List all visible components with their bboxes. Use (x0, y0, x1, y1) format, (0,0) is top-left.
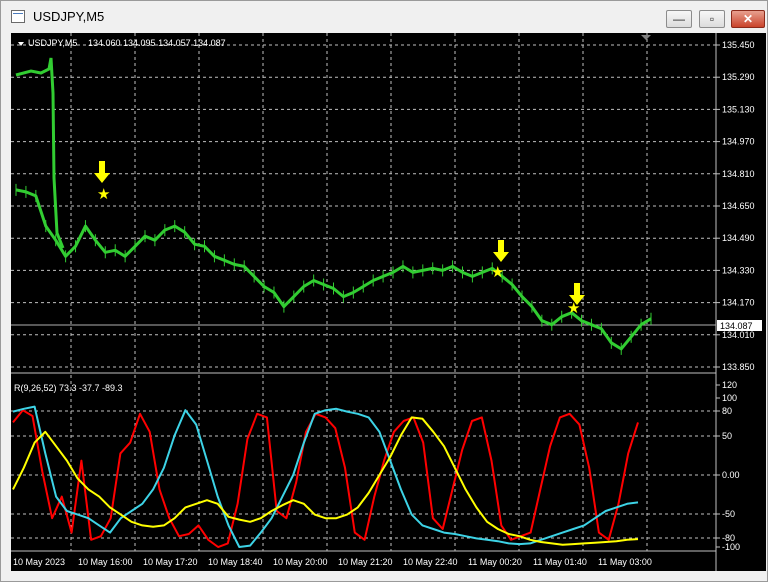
price-tick-label: 134.490 (722, 233, 755, 243)
minimize-button[interactable]: — (666, 10, 692, 28)
price-chart[interactable]: USDJPY,M5 134.060 134.095 134.057 134.08… (11, 33, 766, 571)
indicator-tick-label: 0.00 (722, 470, 740, 480)
time-label: 10 May 16:00 (78, 557, 133, 567)
minimize-icon: — (673, 12, 685, 26)
ohlc-values: 134.060 134.095 134.057 134.087 (88, 38, 226, 48)
chart-window: USDJPY,M5 — ▫ ✕ USDJPY,M5 134.060 134.09… (0, 0, 768, 582)
price-tick-label: 134.650 (722, 201, 755, 211)
close-button[interactable]: ✕ (731, 10, 765, 28)
price-tick-label: 135.130 (722, 104, 755, 114)
time-label: 10 May 22:40 (403, 557, 458, 567)
indicator-tick-label: 120 (722, 380, 737, 390)
time-label: 11 May 01:40 (533, 557, 587, 567)
star-icon: ★ (491, 264, 504, 281)
maximize-button[interactable]: ▫ (699, 10, 725, 28)
indicator-line-red (12, 409, 639, 548)
price-tick-label: 134.170 (722, 298, 755, 308)
current-price-label: 134.087 (720, 321, 753, 331)
price-tick-label: 134.810 (722, 169, 755, 179)
price-tick-label: 134.970 (722, 137, 755, 147)
star-icon: ★ (97, 186, 110, 203)
indicator-tick-label: -100 (722, 542, 740, 552)
indicator-label: R(9,26,52) 73.3 -37.7 -89.3 (14, 383, 123, 393)
time-label: 10 May 2023 (13, 557, 65, 567)
time-label: 11 May 00:20 (468, 557, 522, 567)
close-icon: ✕ (742, 12, 754, 26)
time-axis[interactable]: 10 May 2023 10 May 16:00 10 May 17:20 10 Ma… (13, 557, 652, 567)
down-arrow-icon (493, 240, 509, 262)
time-label: 10 May 17:20 (143, 557, 198, 567)
time-label: 10 May 20:00 (273, 557, 328, 567)
price-series (15, 57, 652, 355)
maximize-icon: ▫ (709, 12, 715, 26)
time-label: 10 May 18:40 (208, 557, 263, 567)
time-label: 10 May 21:20 (338, 557, 393, 567)
price-tick-label: 135.450 (722, 40, 755, 50)
down-arrow-icon (94, 161, 110, 183)
price-tick-label: 133.850 (722, 362, 755, 372)
indicator-tick-label: 100 (722, 393, 737, 403)
indicator-tick-label: 80 (722, 406, 732, 416)
symbol-label: USDJPY,M5 (28, 38, 77, 48)
chart-window-icon (11, 10, 25, 23)
price-tick-label: 135.290 (722, 72, 755, 82)
indicator-tick-label: -50 (722, 509, 735, 519)
title-bar[interactable]: USDJPY,M5 — ▫ ✕ (1, 1, 767, 33)
window-title: USDJPY,M5 (33, 9, 105, 24)
time-label: 11 May 03:00 (598, 557, 652, 567)
indicator-axis[interactable]: 12010080500.00-50-80-100 (716, 380, 740, 552)
chart-canvas[interactable]: USDJPY,M5 134.060 134.095 134.057 134.08… (11, 33, 766, 571)
indicator-series (12, 405, 639, 548)
indicator-tick-label: 50 (722, 431, 732, 441)
status-strip (1, 571, 767, 581)
price-tick-label: 134.010 (722, 330, 755, 340)
shift-marker-icon[interactable] (641, 35, 651, 40)
star-icon: ★ (567, 300, 580, 317)
price-tick-label: 134.330 (722, 265, 755, 275)
price-line-open (15, 57, 65, 249)
